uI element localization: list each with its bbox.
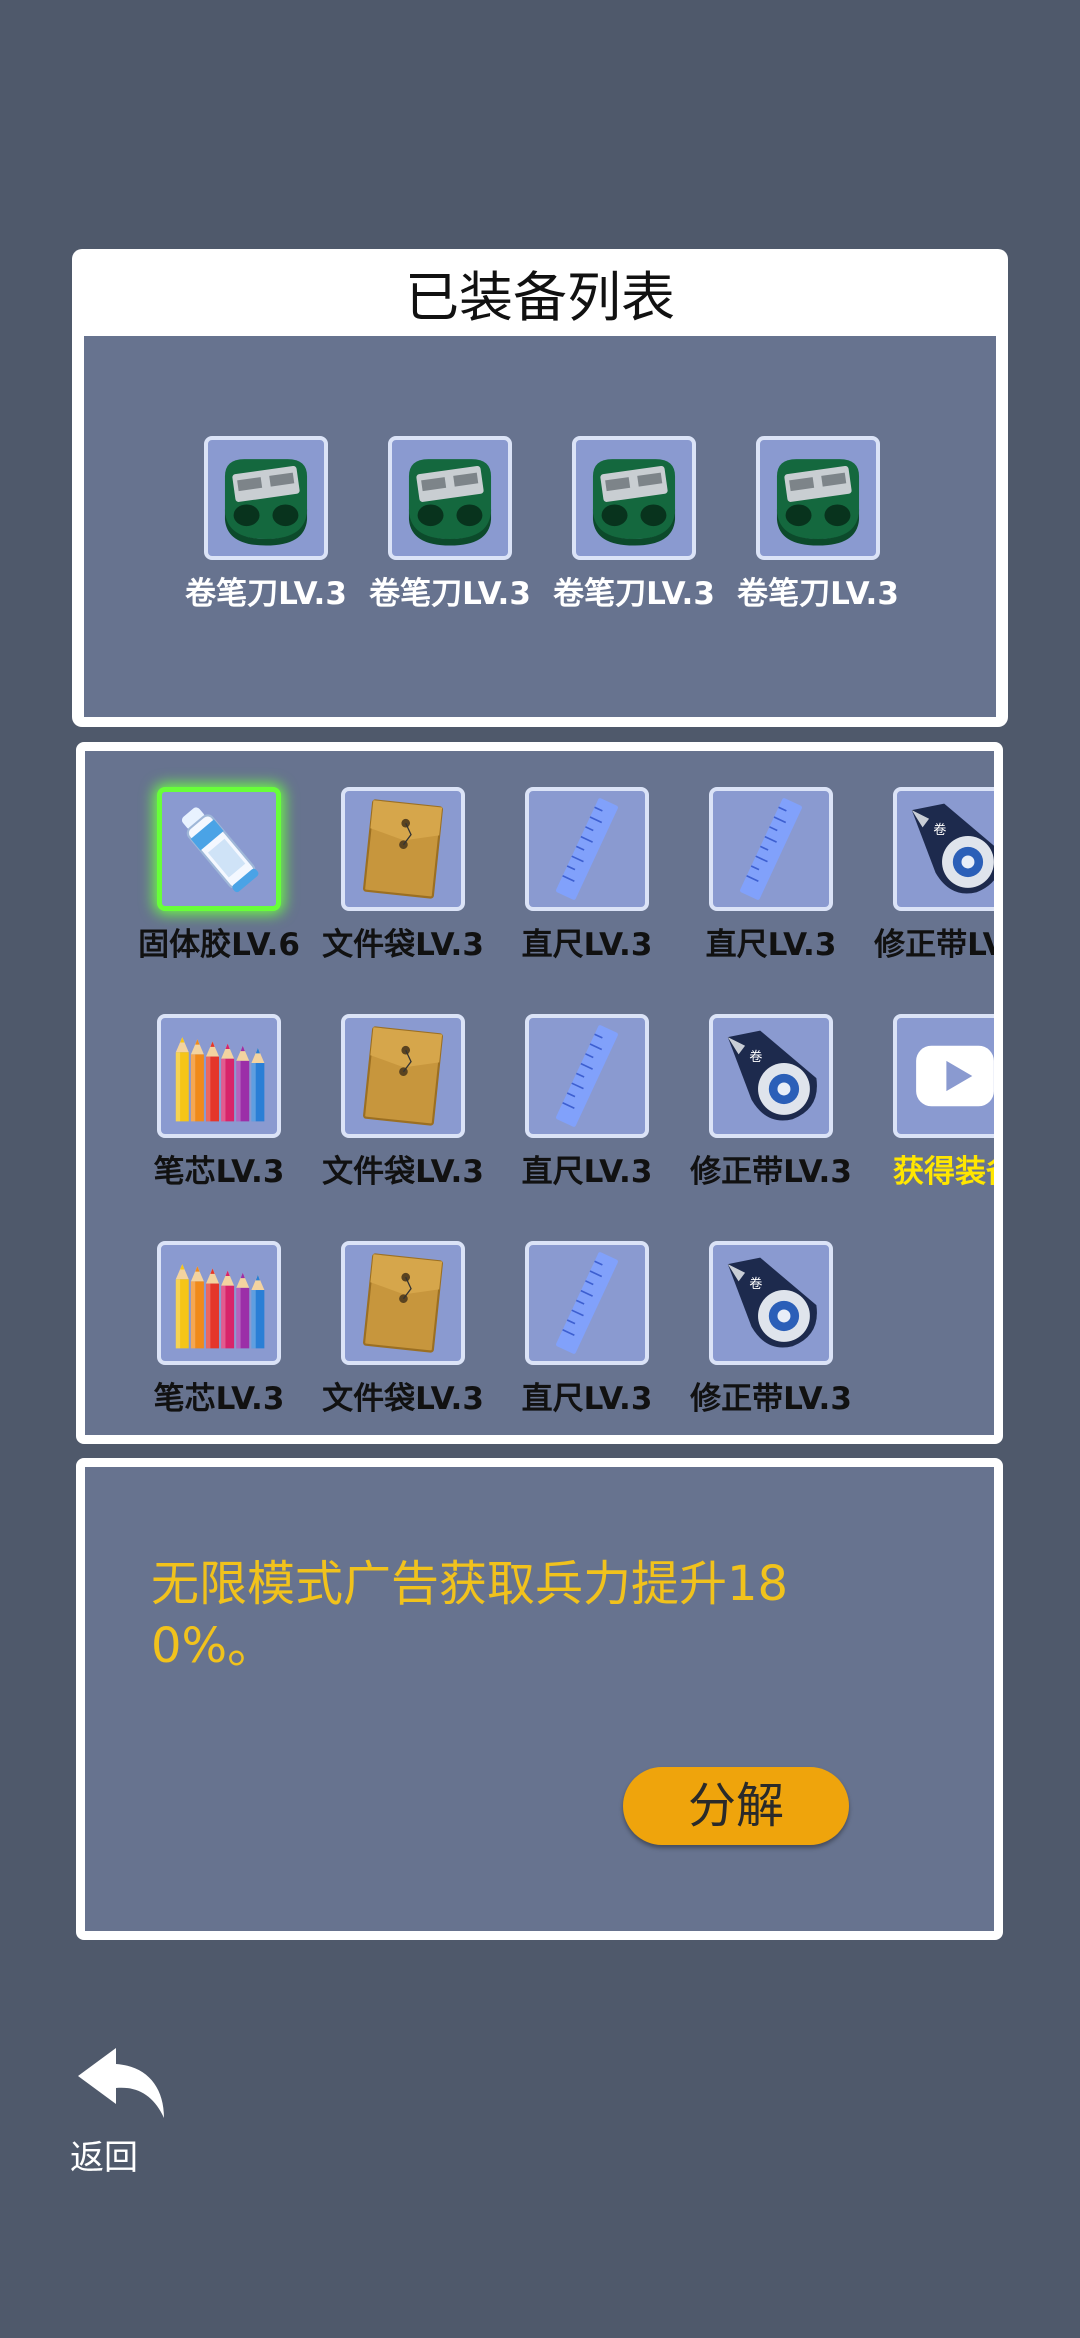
- item-label: 文件袋LV.3: [322, 1381, 484, 1417]
- item-tile[interactable]: [341, 787, 465, 911]
- sharpener-icon: [764, 444, 872, 552]
- ruler-icon: [533, 1249, 641, 1357]
- item-label: 修正带LV.3: [690, 1154, 852, 1190]
- item-label: 笔芯LV.3: [153, 1381, 285, 1417]
- glue-stick-icon: [165, 795, 273, 903]
- envelope-icon: [349, 1249, 457, 1357]
- equipped-title: 已装备列表: [405, 266, 675, 329]
- item-tile[interactable]: [525, 787, 649, 911]
- ruler-icon: [533, 1022, 641, 1130]
- item-tile[interactable]: [341, 1014, 465, 1138]
- sharpener-icon: [396, 444, 504, 552]
- item-tile[interactable]: 卷: [893, 787, 994, 911]
- item-tile[interactable]: 卷: [709, 1014, 833, 1138]
- item-tile[interactable]: [572, 436, 696, 560]
- equipped-slots: 卷笔刀LV.3 卷笔刀LV.3 卷笔刀LV.3 卷笔刀LV.3: [84, 336, 996, 717]
- item-label: 直尺LV.3: [521, 1381, 653, 1417]
- correction-tape-icon: 卷: [901, 795, 994, 903]
- sharpener-icon: [580, 444, 688, 552]
- item-tile[interactable]: [341, 1241, 465, 1365]
- svg-text:卷: 卷: [749, 1276, 762, 1292]
- inventory-panel: 固体胶LV.6文件袋LV.3直尺LV.3直尺LV.3卷修正带LV.3笔芯LV.3…: [76, 742, 1003, 1444]
- item-label: 卷笔刀LV.3: [369, 576, 531, 612]
- item-tile[interactable]: [204, 436, 328, 560]
- item-label: 卷笔刀LV.3: [553, 576, 715, 612]
- svg-text:卷: 卷: [933, 822, 946, 838]
- item-tile[interactable]: [157, 1014, 281, 1138]
- correction-tape-icon: 卷: [717, 1249, 825, 1357]
- item-label: 直尺LV.3: [705, 927, 837, 963]
- back-button[interactable]: 返回: [70, 2040, 180, 2180]
- item-label: 修正带LV.3: [874, 927, 1003, 963]
- item-info-panel: 无限模式广告获取兵力提升180%。 分解: [76, 1458, 1003, 1940]
- ruler-icon: [533, 795, 641, 903]
- envelope-icon: [349, 795, 457, 903]
- item-tile[interactable]: [525, 1241, 649, 1365]
- item-label: 卷笔刀LV.3: [185, 576, 347, 612]
- colored-pencils-icon: [165, 1022, 273, 1130]
- item-tile[interactable]: [756, 436, 880, 560]
- item-tile[interactable]: [525, 1014, 649, 1138]
- item-label: 卷笔刀LV.3: [737, 576, 899, 612]
- item-tile[interactable]: [709, 787, 833, 911]
- item-label: 文件袋LV.3: [322, 1154, 484, 1190]
- envelope-icon: [349, 1022, 457, 1130]
- colored-pencils-icon: [165, 1249, 273, 1357]
- item-tile[interactable]: [157, 1241, 281, 1365]
- back-label: 返回: [70, 2138, 138, 2178]
- item-label: 修正带LV.3: [690, 1381, 852, 1417]
- item-tile[interactable]: [388, 436, 512, 560]
- item-label: 固体胶LV.6: [138, 927, 300, 963]
- svg-text:卷: 卷: [749, 1049, 762, 1065]
- ruler-icon: [717, 795, 825, 903]
- item-label: 直尺LV.3: [521, 1154, 653, 1190]
- item-label: 文件袋LV.3: [322, 927, 484, 963]
- item-label: 笔芯LV.3: [153, 1154, 285, 1190]
- sharpener-icon: [212, 444, 320, 552]
- item-label: 获得装备: [893, 1154, 994, 1190]
- back-arrow-icon: [78, 2048, 164, 2118]
- equipped-panel: 已装备列表 卷笔刀LV.3 卷笔刀LV.3 卷笔刀LV.3 卷笔刀LV.3: [72, 249, 1008, 727]
- decompose-button[interactable]: 分解: [623, 1767, 849, 1845]
- correction-tape-icon: 卷: [717, 1022, 825, 1130]
- item-description: 无限模式广告获取兵力提升180%。: [151, 1556, 789, 1674]
- item-label: 直尺LV.3: [521, 927, 653, 963]
- item-tile[interactable]: 卷: [709, 1241, 833, 1365]
- item-tile[interactable]: [893, 1014, 994, 1138]
- item-tile[interactable]: [157, 787, 281, 911]
- video-play-icon: [901, 1022, 994, 1130]
